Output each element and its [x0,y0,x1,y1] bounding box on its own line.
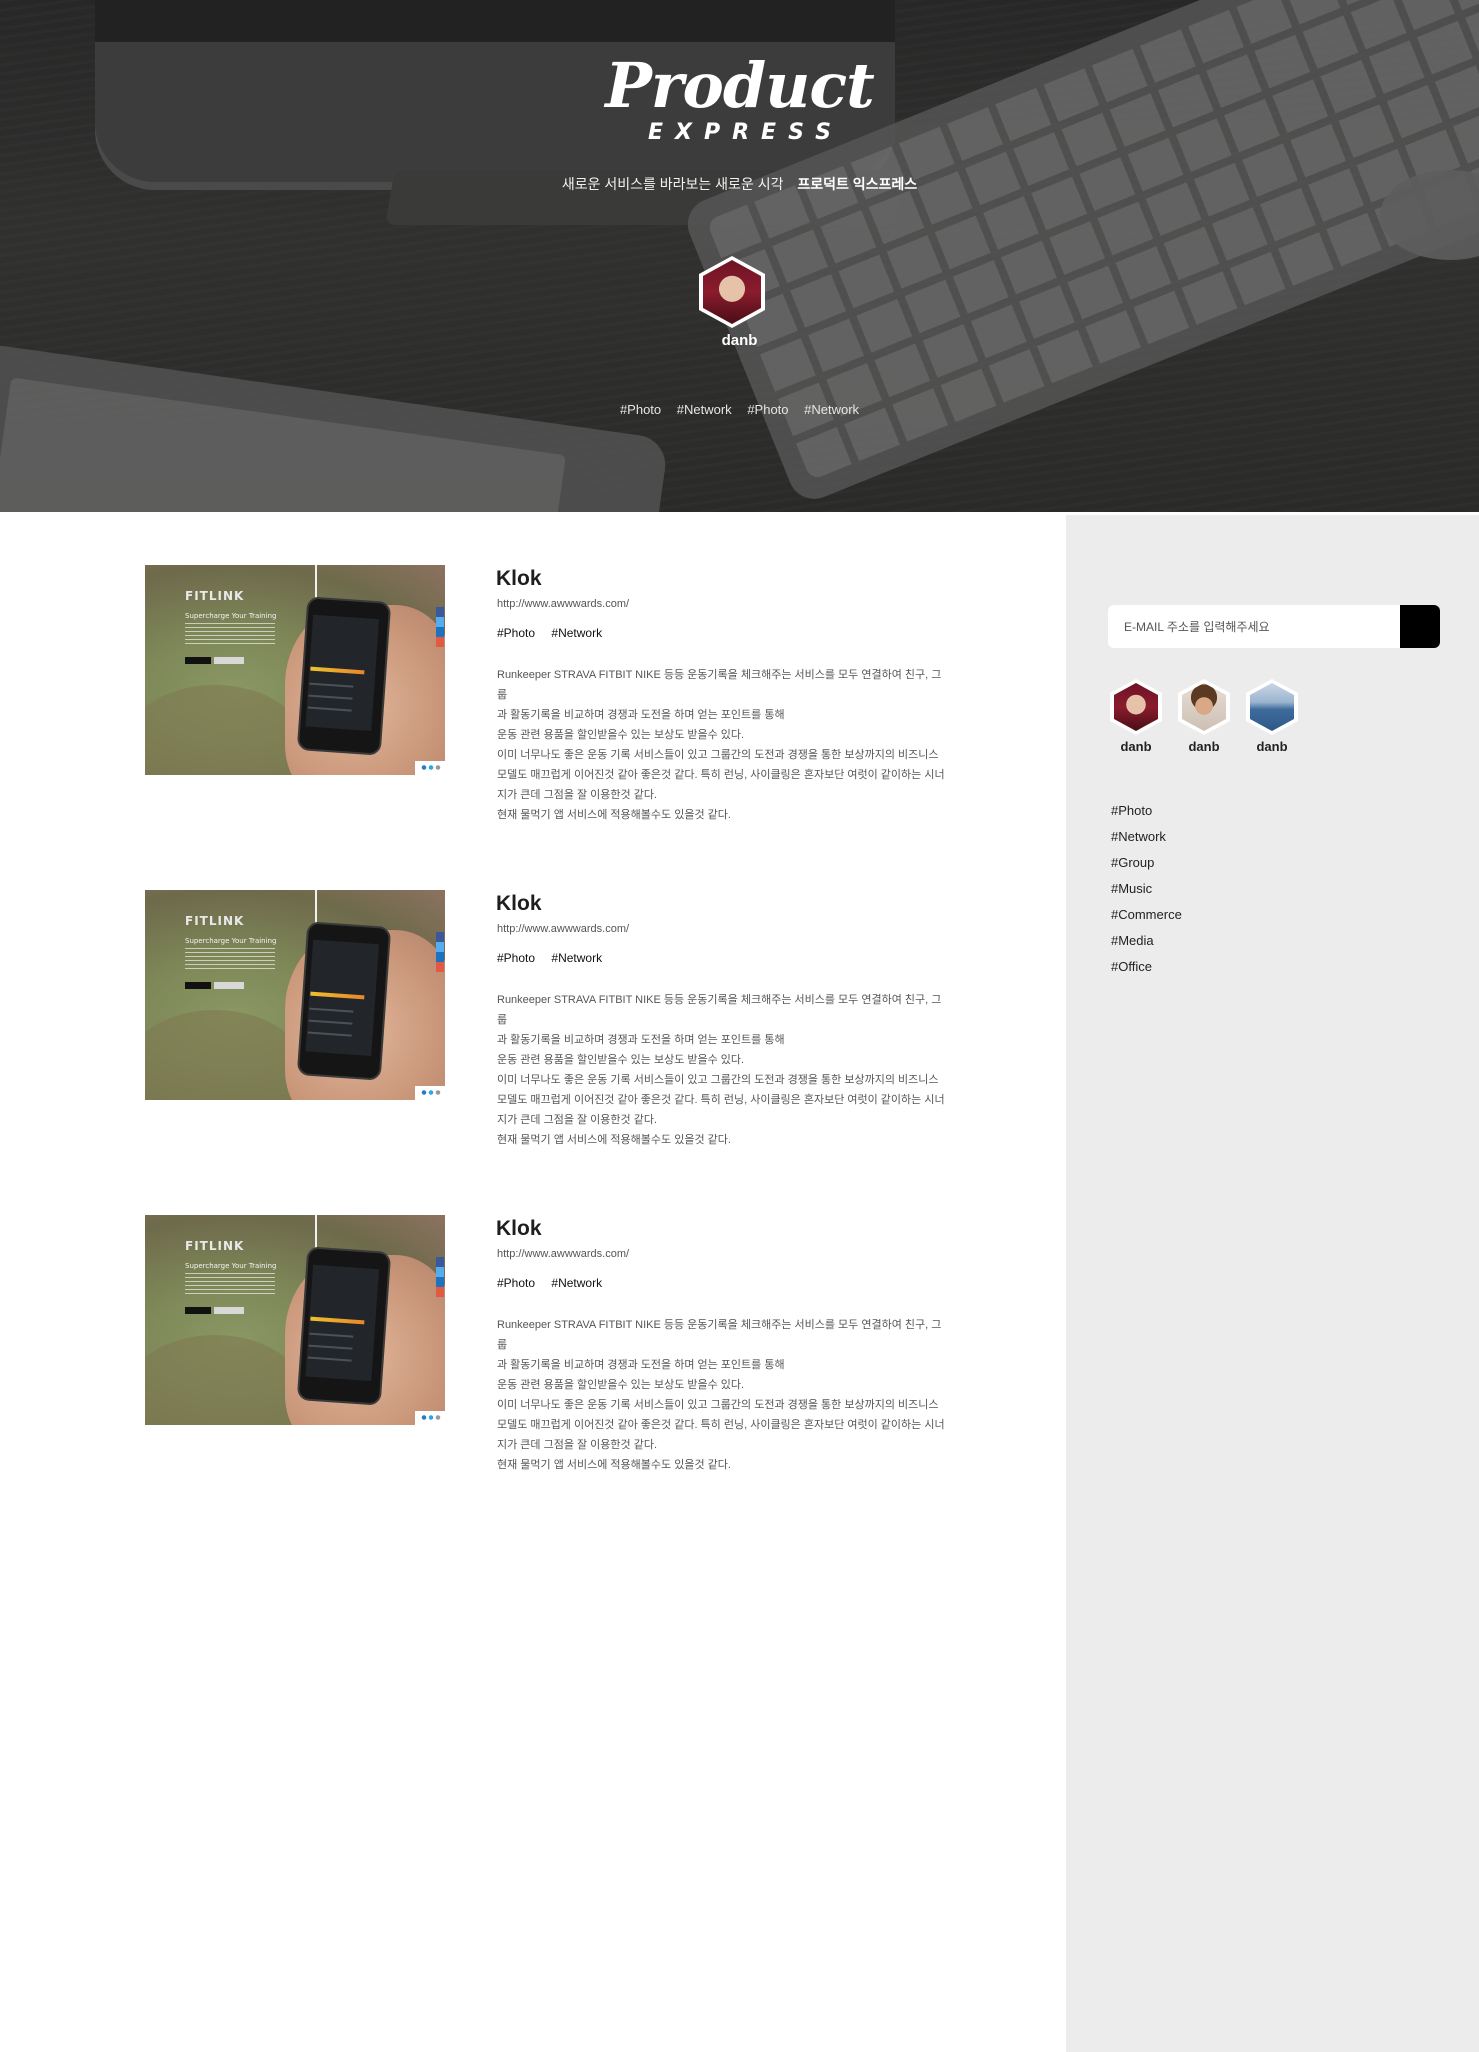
brand-title: Product [605,49,874,122]
author-name[interactable]: danb [0,332,1479,349]
post-body-line: 지가 큰데 그점을 잘 이용한것 같다. [497,789,658,801]
post-body-line: Runkeeper STRAVA FITBIT NIKE 등등 운동기록을 체크… [497,669,942,701]
hero-tag[interactable]: #Network [677,402,732,417]
social-icons [436,932,444,972]
post-body-line: 지가 큰데 그점을 잘 이용한것 같다. [497,1114,658,1126]
post-body-line: 운동 관련 용품을 할인받을수 있는 보상도 받을수 있다. [497,1054,745,1066]
post-body-line: Runkeeper STRAVA FITBIT NIKE 등등 운동기록을 체크… [497,994,942,1026]
post-body: Runkeeper STRAVA FITBIT NIKE 등등 운동기록을 체크… [497,990,947,1150]
post-body-line: 운동 관련 용품을 할인받을수 있는 보상도 받을수 있다. [497,1379,745,1391]
hero-tag[interactable]: #Photo [747,402,788,417]
member-item[interactable]: danb [1244,679,1300,754]
post-tag[interactable]: #Photo [497,626,535,640]
post-tag[interactable]: #Network [551,1276,602,1290]
post-body-line: 과 활동기록을 비교하며 경쟁과 도전을 하며 얻는 포인트를 통해 [497,1034,785,1046]
post-tag[interactable]: #Photo [497,1276,535,1290]
post-card: FITLINK Supercharge Your Training Klok h… [145,1215,945,1471]
post-body-line: 모델도 매끄럽게 이어진것 같아 좋은것 같다. 특히 런닝, 사이클링은 혼자… [497,1419,945,1431]
sidebar-tag[interactable]: #Network [1111,827,1182,853]
post-title[interactable]: Klok [496,1217,542,1241]
hero-tag-list: #Photo #Network #Photo #Network [0,402,1479,417]
email-input[interactable] [1108,605,1400,648]
hero-tag[interactable]: #Photo [620,402,661,417]
sidebar-tag[interactable]: #Commerce [1111,905,1182,931]
author-avatar[interactable] [699,256,765,328]
post-body-line: 이미 너무나도 좋은 운동 기록 서비스들이 있고 그룹간의 도전과 경쟁을 통… [497,749,939,761]
thumb-logo: FITLINK [185,1239,245,1253]
tagline-text: 새로운 서비스를 바라보는 새로운 시각 [561,176,784,192]
thumb-logo: FITLINK [185,914,245,928]
post-body-line: 이미 너무나도 좋은 운동 기록 서비스들이 있고 그룹간의 도전과 경쟁을 통… [497,1074,939,1086]
thumb-tagline: Supercharge Your Training [185,1262,277,1270]
member-name: danb [1256,739,1288,754]
brand-subtitle: EXPRESS [648,120,843,145]
sidebar: danb danb danb #Photo #Network #Group #M… [1066,512,1479,2052]
post-body-line: 지가 큰데 그점을 잘 이용한것 같다. [497,1439,658,1451]
hero-tag[interactable]: #Network [804,402,859,417]
post-body-line: 과 활동기록을 비교하며 경쟁과 도전을 하며 얻는 포인트를 통해 [497,709,785,721]
thumb-logo: FITLINK [185,589,245,603]
post-url[interactable]: http://www.awwwards.com/ [497,1248,629,1260]
post-body-line: 현재 물먹기 앱 서비스에 적용해볼수도 있을것 같다. [497,809,731,821]
sidebar-tag[interactable]: #Office [1111,957,1182,983]
post-body-line: 운동 관련 용품을 할인받을수 있는 보상도 받을수 있다. [497,729,745,741]
post-url[interactable]: http://www.awwwards.com/ [497,598,629,610]
brand-logo[interactable]: Product EXPRESS [0,52,1479,146]
thumb-tagline: Supercharge Your Training [185,937,277,945]
post-title[interactable]: Klok [496,892,542,916]
post-tags: #Photo #Network [497,626,615,640]
subscribe-button[interactable] [1400,605,1440,648]
member-item[interactable]: danb [1176,679,1232,754]
post-tag[interactable]: #Network [551,951,602,965]
subscribe-form [1108,605,1440,648]
post-body-line: 모델도 매끄럽게 이어진것 같아 좋은것 같다. 특히 런닝, 사이클링은 혼자… [497,769,945,781]
member-item[interactable]: danb [1108,679,1164,754]
post-thumbnail[interactable]: FITLINK Supercharge Your Training [145,890,445,1100]
post-body: Runkeeper STRAVA FITBIT NIKE 등등 운동기록을 체크… [497,665,947,825]
post-tags: #Photo #Network [497,1276,615,1290]
hero-tagline: 새로운 서비스를 바라보는 새로운 시각 프로덕트 익스프레스 [0,174,1479,194]
member-name: danb [1120,739,1152,754]
post-body-line: 과 활동기록을 비교하며 경쟁과 도전을 하며 얻는 포인트를 통해 [497,1359,785,1371]
sidebar-tag-list: #Photo #Network #Group #Music #Commerce … [1111,801,1182,983]
post-body-line: 모델도 매끄럽게 이어진것 같아 좋은것 같다. 특히 런닝, 사이클링은 혼자… [497,1094,945,1106]
post-tag[interactable]: #Photo [497,951,535,965]
member-list: danb danb danb [1108,679,1408,759]
sidebar-tag[interactable]: #Group [1111,853,1182,879]
sidebar-tag[interactable]: #Photo [1111,801,1182,827]
social-icons [436,1257,444,1297]
hero-banner: Product EXPRESS 새로운 서비스를 바라보는 새로운 시각 프로덕… [0,0,1479,512]
post-title[interactable]: Klok [496,567,542,591]
post-body-line: 현재 물먹기 앱 서비스에 적용해볼수도 있을것 같다. [497,1134,731,1146]
thumb-tagline: Supercharge Your Training [185,612,277,620]
post-body-line: 현재 물먹기 앱 서비스에 적용해볼수도 있을것 같다. [497,1459,731,1471]
member-name: danb [1188,739,1220,754]
sidebar-tag[interactable]: #Media [1111,931,1182,957]
post-url[interactable]: http://www.awwwards.com/ [497,923,629,935]
tagline-bold: 프로덕트 익스프레스 [797,176,918,192]
post-tag[interactable]: #Network [551,626,602,640]
post-tags: #Photo #Network [497,951,615,965]
post-thumbnail[interactable]: FITLINK Supercharge Your Training [145,1215,445,1425]
post-body-line: Runkeeper STRAVA FITBIT NIKE 등등 운동기록을 체크… [497,1319,942,1351]
sidebar-tag[interactable]: #Music [1111,879,1182,905]
post-body: Runkeeper STRAVA FITBIT NIKE 등등 운동기록을 체크… [497,1315,947,1475]
post-card: FITLINK Supercharge Your Training Klok h… [145,565,945,821]
post-body-line: 이미 너무나도 좋은 운동 기록 서비스들이 있고 그룹간의 도전과 경쟁을 통… [497,1399,939,1411]
post-card: FITLINK Supercharge Your Training Klok h… [145,890,945,1146]
post-thumbnail[interactable]: FITLINK Supercharge Your Training [145,565,445,775]
social-icons [436,607,444,647]
